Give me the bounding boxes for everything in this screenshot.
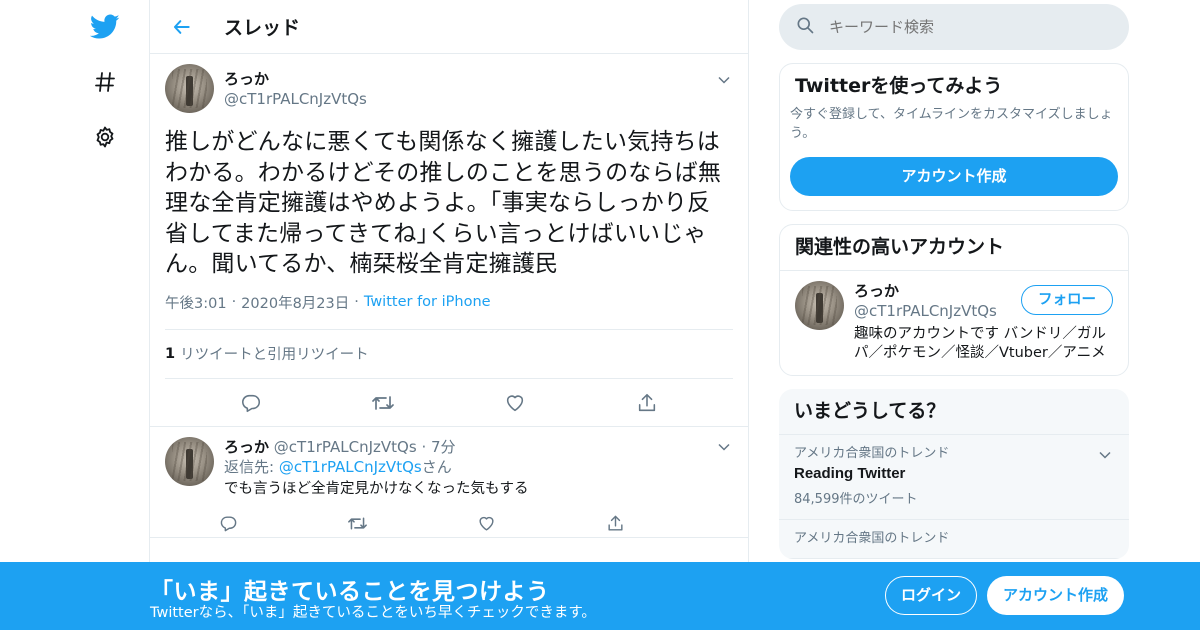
meta-separator: · <box>231 294 237 310</box>
tweet-meta: 午後3:01 · 2020年8月23日 · Twitter for iPhone <box>165 292 733 313</box>
reply-time[interactable]: 7分 <box>431 438 456 456</box>
page-title: スレッド <box>224 17 301 39</box>
trend-location: アメリカ合衆国のトレンド <box>794 531 950 546</box>
banner-create-account-button[interactable]: アカウント作成 <box>987 576 1124 615</box>
back-arrow-icon[interactable] <box>170 15 194 39</box>
reply-display-name[interactable]: ろっか <box>224 438 269 456</box>
retweet-icon[interactable] <box>368 388 398 418</box>
share-icon[interactable] <box>632 388 662 418</box>
related-card-title: 関連性の高いアカウント <box>780 225 1128 271</box>
reply-actions <box>216 508 733 538</box>
chevron-down-icon[interactable] <box>716 439 732 455</box>
reply-text: でも言うほど全肯定見かけなくなった気もする <box>224 481 529 497</box>
tweet-date[interactable]: 2020年8月23日 <box>241 292 349 313</box>
left-nav <box>0 0 150 630</box>
thread-header: スレッド <box>150 0 748 54</box>
twitter-bird-icon[interactable] <box>88 10 122 44</box>
banner-subtitle: Twitterなら、「いま」起きていることをいち早くチェックできます。 <box>150 605 596 621</box>
chevron-down-icon[interactable] <box>1097 447 1113 467</box>
search-bar[interactable] <box>779 4 1129 50</box>
avatar[interactable] <box>165 437 214 486</box>
reply-header: ろっか @cT1rPALCnJzVtQs · 7分 <box>224 437 733 457</box>
signup-card: Twitterを使ってみよう 今すぐ登録して、タイムラインをカスタマイズしましょ… <box>779 63 1129 211</box>
trends-title: いまどうしてる？ <box>779 389 1129 435</box>
login-button[interactable]: ログイン <box>885 576 977 615</box>
retweet-icon[interactable] <box>345 508 369 538</box>
share-icon[interactable] <box>604 508 628 538</box>
right-sidebar: Twitterを使ってみよう 今すぐ登録して、タイムラインをカスタマイズしましょ… <box>779 0 1129 559</box>
main-column: スレッド ろっか @cT1rPALCnJzVtQs 推しがどんなに悪くても関係な… <box>149 0 749 630</box>
reply-icon[interactable] <box>216 508 240 538</box>
tweet-time[interactable]: 午後3:01 <box>165 292 227 313</box>
signup-card-title: Twitterを使ってみよう <box>795 75 1003 97</box>
trend-count: 84,599件のツイート <box>794 492 918 507</box>
reply-to-suffix: さん <box>421 458 452 476</box>
follow-button[interactable]: フォロー <box>1021 285 1113 315</box>
author-display-name[interactable]: ろっか <box>224 69 367 89</box>
reply-to-line: 返信先: @cT1rPALCnJzVtQsさん <box>224 457 733 478</box>
reply-icon[interactable] <box>236 388 266 418</box>
search-input[interactable] <box>829 18 1109 36</box>
retweet-stats[interactable]: 1 リツイートと引用リツイート <box>165 330 733 378</box>
chevron-down-icon[interactable] <box>716 72 732 88</box>
retweet-label: リツイートと引用リツイート <box>180 347 369 363</box>
tweet-actions <box>165 379 733 427</box>
tweet-text: 推しがどんなに悪くても関係なく擁護したい気持ちはわかる。わかるけどその推しのこと… <box>165 129 722 277</box>
trends-card: いまどうしてる？ アメリカ合衆国のトレンド Reading Twitter 84… <box>779 389 1129 559</box>
related-user[interactable]: ろっか @cT1rPALCnJzVtQs 趣味のアカウントです バンドリ／ガルパ… <box>780 271 1128 375</box>
related-bio: 趣味のアカウントです バンドリ／ガルパ／ポケモン／怪談／Vtuber／アニメ <box>854 326 1106 361</box>
tweet-author[interactable]: ろっか @cT1rPALCnJzVtQs <box>165 64 733 113</box>
tweet-source-link[interactable]: Twitter for iPhone <box>364 294 491 310</box>
retweet-count: 1 <box>165 345 176 362</box>
reply-tweet[interactable]: ろっか @cT1rPALCnJzVtQs · 7分 返信先: @cT1rPALC… <box>150 426 748 538</box>
trend-item[interactable]: アメリカ合衆国のトレンド Reading Twitter 84,599件のツイー… <box>779 435 1129 520</box>
reply-separator: · <box>421 438 427 456</box>
search-icon <box>795 15 815 39</box>
avatar[interactable] <box>165 64 214 113</box>
related-accounts-card: 関連性の高いアカウント ろっか @cT1rPALCnJzVtQs 趣味のアカウン… <box>779 224 1129 376</box>
reply-to-prefix: 返信先: <box>224 458 279 476</box>
reply-handle[interactable]: @cT1rPALCnJzVtQs <box>274 438 417 456</box>
trend-item[interactable]: アメリカ合衆国のトレンド <box>779 520 1129 559</box>
hashtag-icon[interactable] <box>88 65 122 99</box>
author-handle[interactable]: @cT1rPALCnJzVtQs <box>224 89 367 109</box>
trend-name: Reading Twitter <box>794 465 906 482</box>
heart-icon[interactable] <box>500 388 530 418</box>
gear-icon[interactable] <box>88 120 122 154</box>
avatar[interactable] <box>795 281 844 330</box>
meta-separator: · <box>354 294 359 310</box>
focal-tweet: ろっか @cT1rPALCnJzVtQs 推しがどんなに悪くても関係なく擁護した… <box>150 54 748 427</box>
signup-card-subtitle: 今すぐ登録して、タイムラインをカスタマイズしましょう。 <box>790 107 1113 141</box>
reply-to-handle-link[interactable]: @cT1rPALCnJzVtQs <box>279 458 422 476</box>
signup-banner: 「いま」起きていることを見つけよう Twitterなら、「いま」起きていることを… <box>0 562 1200 630</box>
trend-location: アメリカ合衆国のトレンド <box>794 446 950 461</box>
create-account-button[interactable]: アカウント作成 <box>790 157 1118 196</box>
heart-icon[interactable] <box>475 508 499 538</box>
